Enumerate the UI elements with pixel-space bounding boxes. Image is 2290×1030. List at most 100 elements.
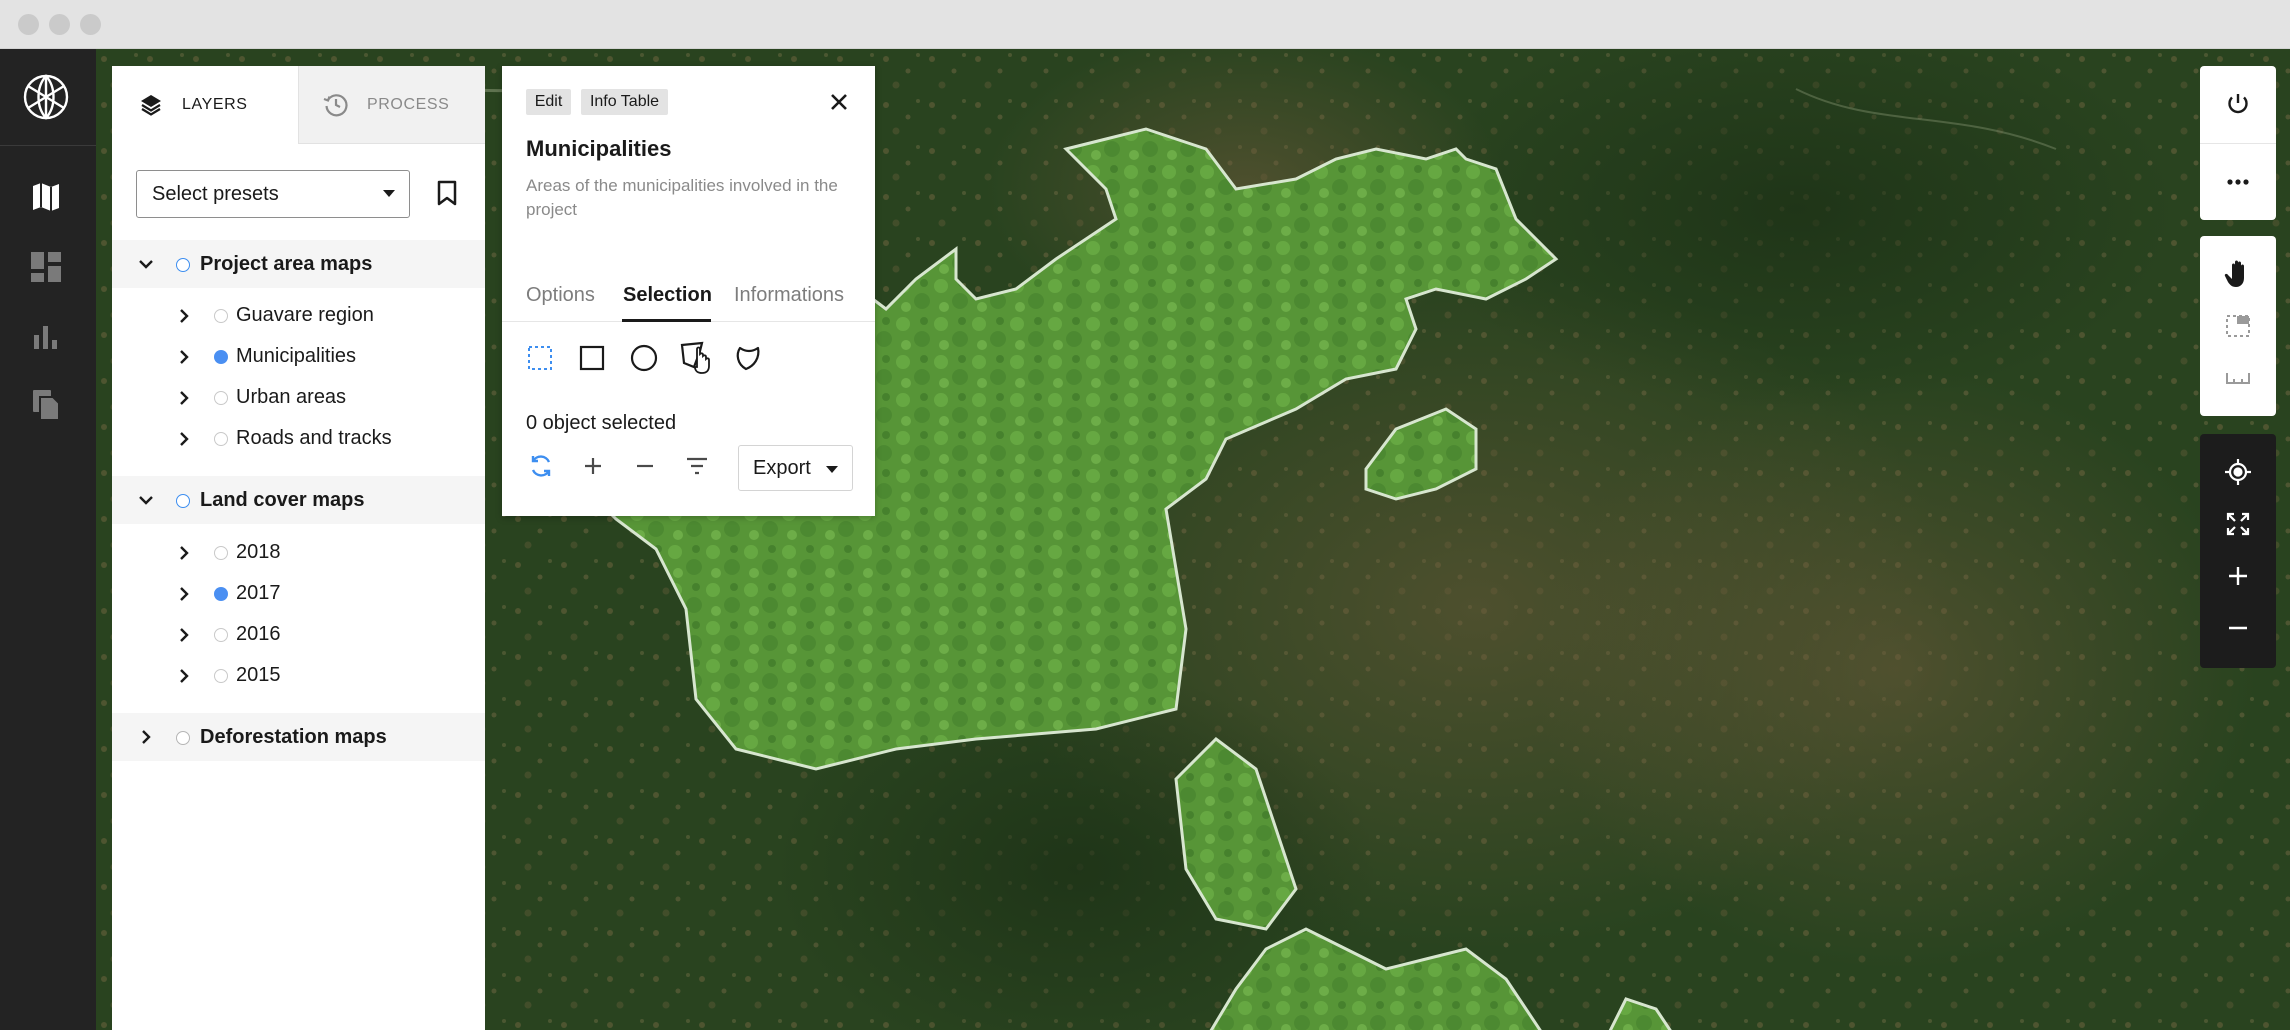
- freehand-select-icon[interactable]: [732, 342, 764, 374]
- edit-badge[interactable]: Edit: [526, 89, 571, 115]
- chevron-right-icon[interactable]: [174, 306, 194, 326]
- chevron-right-icon[interactable]: [136, 727, 156, 747]
- polygon-select-icon[interactable]: [680, 341, 712, 374]
- fit-extent-icon[interactable]: [2200, 498, 2276, 550]
- chevron-down-icon[interactable]: [136, 490, 156, 510]
- circle-select-icon[interactable]: [628, 342, 660, 374]
- layer-radio[interactable]: [214, 669, 228, 683]
- chevron-right-icon[interactable]: [174, 429, 194, 449]
- add-to-selection-icon[interactable]: [578, 451, 608, 481]
- layer-label: Guavare region: [236, 304, 374, 326]
- layer-label: Urban areas: [236, 386, 347, 408]
- layer-item-2015[interactable]: 2015: [112, 655, 485, 696]
- layer-item-2017[interactable]: 2017: [112, 573, 485, 614]
- window-title-bar: [0, 0, 2290, 49]
- tab-selection[interactable]: Selection: [623, 284, 712, 307]
- rail-separator: [0, 145, 96, 146]
- chevron-right-icon[interactable]: [174, 625, 194, 645]
- zoom-out-icon[interactable]: [2200, 602, 2276, 654]
- layer-detail-panel: Edit Info Table Municipalities Areas of …: [502, 66, 875, 516]
- active-tab-indicator: [622, 319, 711, 322]
- refresh-selection-icon[interactable]: [526, 451, 556, 481]
- app-logo-icon[interactable]: [22, 73, 70, 121]
- group-radio[interactable]: [176, 731, 190, 745]
- layer-group-deforestation-maps[interactable]: Deforestation maps: [112, 713, 485, 761]
- map-nav-icon[interactable]: [28, 179, 64, 215]
- layer-item-municipalities[interactable]: Municipalities: [112, 336, 485, 377]
- remove-from-selection-icon[interactable]: [630, 451, 660, 481]
- measure-ruler-icon[interactable]: [2200, 352, 2276, 404]
- power-icon[interactable]: [2200, 78, 2276, 130]
- process-history-icon: [323, 92, 349, 118]
- presets-select[interactable]: Select presets: [136, 170, 410, 218]
- tab-informations[interactable]: Informations: [734, 284, 844, 307]
- pan-hand-icon[interactable]: [2200, 248, 2276, 300]
- app-nav-rail: [0, 49, 96, 1030]
- bookmark-icon[interactable]: [434, 178, 460, 208]
- layer-item-urban-areas[interactable]: Urban areas: [112, 377, 485, 418]
- layer-radio[interactable]: [214, 432, 228, 446]
- layer-group-land-cover-maps[interactable]: Land cover maps: [112, 476, 485, 524]
- window-close-dot[interactable]: [18, 14, 39, 35]
- layer-radio[interactable]: [214, 391, 228, 405]
- zoom-in-icon[interactable]: [2200, 550, 2276, 602]
- layer-label: 2018: [236, 541, 281, 563]
- export-label: Export: [753, 456, 811, 479]
- layer-label: Municipalities: [236, 345, 357, 367]
- group-radio[interactable]: [176, 258, 190, 272]
- detail-description: Areas of the municipalities involved in …: [526, 176, 838, 219]
- detail-tabs: Options Selection Informations: [502, 270, 875, 322]
- chevron-right-icon[interactable]: [174, 666, 194, 686]
- layer-group-project-area-maps[interactable]: Project area maps: [112, 240, 485, 288]
- box-select-icon[interactable]: [2200, 300, 2276, 352]
- layer-radio-selected[interactable]: [214, 350, 228, 364]
- statistics-nav-icon[interactable]: [28, 319, 64, 355]
- documents-nav-icon[interactable]: [28, 387, 64, 423]
- filter-icon[interactable]: [682, 451, 712, 481]
- tab-process-label: PROCESS: [367, 95, 450, 113]
- locate-me-icon[interactable]: [2200, 446, 2276, 498]
- chevron-right-icon[interactable]: [174, 388, 194, 408]
- layers-icon: [138, 92, 164, 118]
- interaction-toolbar: [2200, 236, 2276, 416]
- map-navigation-toolbar: [2200, 434, 2276, 668]
- rectangle-select-icon[interactable]: [576, 342, 608, 374]
- export-dropdown[interactable]: Export: [738, 445, 853, 491]
- chevron-down-icon[interactable]: [136, 254, 156, 274]
- info-table-badge[interactable]: Info Table: [581, 89, 668, 115]
- rect-marquee-select-icon[interactable]: [524, 342, 556, 374]
- more-options-icon[interactable]: [2200, 156, 2276, 208]
- layer-radio[interactable]: [214, 546, 228, 560]
- detail-title: Municipalities: [526, 136, 672, 161]
- tab-process[interactable]: PROCESS: [298, 66, 485, 144]
- layer-radio[interactable]: [214, 309, 228, 323]
- group-label: Project area maps: [200, 252, 373, 275]
- chevron-right-icon[interactable]: [174, 584, 194, 604]
- layer-radio-selected[interactable]: [214, 587, 228, 601]
- layer-label: 2016: [236, 623, 281, 645]
- dashboard-nav-icon[interactable]: [28, 249, 64, 285]
- session-toolbar: [2200, 66, 2276, 220]
- layer-item-roads-and-tracks[interactable]: Roads and tracks: [112, 418, 485, 459]
- layer-item-2018[interactable]: 2018: [112, 532, 485, 573]
- window-maximize-dot[interactable]: [80, 14, 101, 35]
- layers-panel: LAYERS PROCESS Select presets Project ar…: [112, 66, 485, 1030]
- toolbar-separator: [2200, 143, 2276, 144]
- layer-label: 2015: [236, 664, 281, 686]
- layer-item-guavare-region[interactable]: Guavare region: [112, 295, 485, 336]
- close-icon[interactable]: [826, 89, 852, 115]
- tab-options[interactable]: Options: [526, 284, 595, 307]
- window-minimize-dot[interactable]: [49, 14, 70, 35]
- chevron-right-icon[interactable]: [174, 347, 194, 367]
- layer-radio[interactable]: [214, 628, 228, 642]
- caret-down-icon: [826, 466, 838, 473]
- group-label: Land cover maps: [200, 488, 365, 511]
- chevron-right-icon[interactable]: [174, 543, 194, 563]
- panel-tabs: LAYERS PROCESS: [112, 66, 485, 144]
- layer-item-2016[interactable]: 2016: [112, 614, 485, 655]
- selection-count: 0 object selected: [526, 412, 677, 434]
- layer-label: 2017: [236, 582, 281, 604]
- tab-layers[interactable]: LAYERS: [112, 66, 298, 144]
- layer-label: Roads and tracks: [236, 427, 392, 449]
- group-radio[interactable]: [176, 494, 190, 508]
